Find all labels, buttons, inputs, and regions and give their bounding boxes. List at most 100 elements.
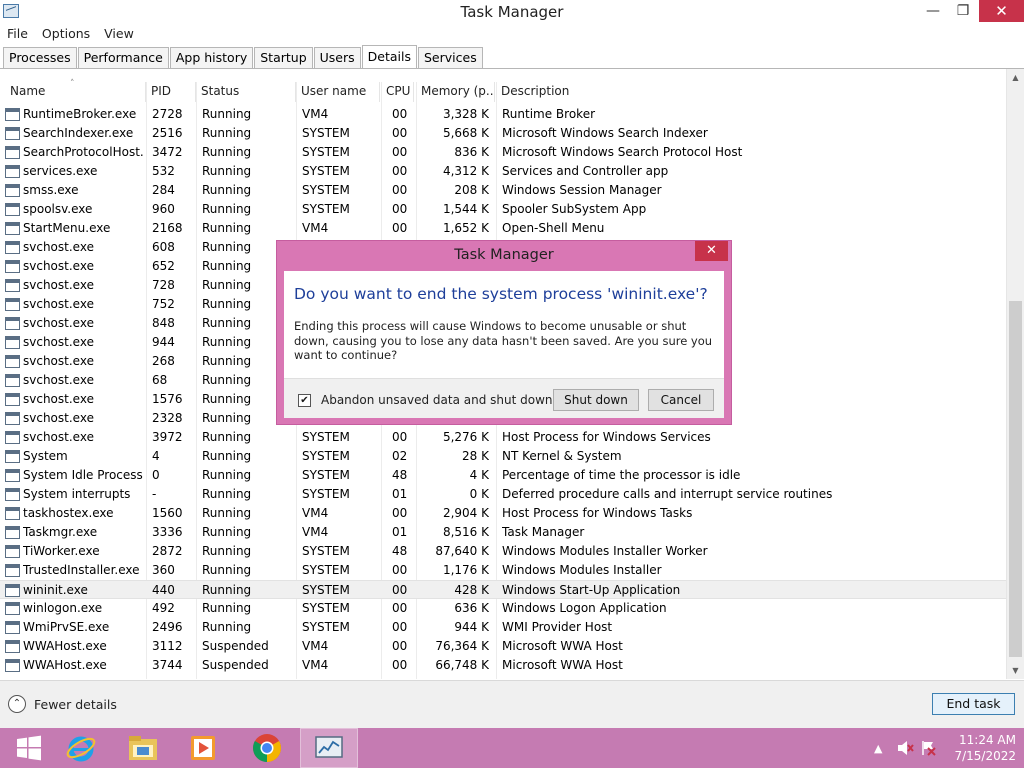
cell-user-name: SYSTEM xyxy=(302,202,350,216)
table-row[interactable]: System Idle Process 0 Running SYSTEM 48 4 K Pe… xyxy=(0,466,1006,485)
cell-name: svchost.exe xyxy=(23,430,94,444)
tab-strip: Processes Performance App history Startu… xyxy=(3,45,484,68)
task-manager-taskbar-icon[interactable] xyxy=(300,728,358,768)
cell-description: Spooler SubSystem App xyxy=(502,202,647,216)
cell-status: Running xyxy=(202,563,252,577)
cell-name: WWAHost.exe xyxy=(23,639,107,653)
network-disconnected-icon[interactable] xyxy=(896,728,914,768)
cell-user-name: SYSTEM xyxy=(302,126,350,140)
table-row[interactable]: Taskmgr.exe 3336 Running VM4 01 8,516 K Task M… xyxy=(0,523,1006,542)
cell-status: Running xyxy=(202,126,252,140)
table-row[interactable]: taskhostex.exe 1560 Running VM4 00 2,904 K Hos… xyxy=(0,504,1006,523)
process-window-icon xyxy=(5,659,20,672)
process-window-icon xyxy=(5,602,20,615)
column-header-cpu[interactable]: CPU xyxy=(382,82,414,102)
cell-pid: 2872 xyxy=(152,544,183,558)
column-header-user-name[interactable]: User name xyxy=(297,82,380,102)
show-hidden-icons-icon[interactable]: ▲ xyxy=(874,728,882,768)
menu-options[interactable]: Options xyxy=(35,24,97,44)
cell-description: Host Process for Windows Tasks xyxy=(502,506,693,520)
cell-name: svchost.exe xyxy=(23,373,94,387)
column-header-status[interactable]: Status xyxy=(197,82,296,102)
column-header-name[interactable]: Name xyxy=(6,82,146,102)
table-row[interactable]: svchost.exe 3972 Running SYSTEM 00 5,276 K Hos… xyxy=(0,428,1006,447)
cell-cpu: 02 xyxy=(392,449,408,463)
table-row[interactable]: smss.exe 284 Running SYSTEM 00 208 K Windows S… xyxy=(0,181,1006,200)
column-header-memory[interactable]: Memory (p... xyxy=(417,82,495,102)
cell-pid: 2496 xyxy=(152,620,183,634)
process-window-icon xyxy=(5,355,20,368)
media-player-icon[interactable] xyxy=(174,728,232,768)
end-task-button[interactable]: End task xyxy=(932,693,1015,715)
cell-status: Running xyxy=(202,107,252,121)
close-button[interactable]: ✕ xyxy=(979,0,1024,22)
tab-services[interactable]: Services xyxy=(418,47,483,68)
scroll-up-arrow-icon[interactable]: ▲ xyxy=(1007,69,1024,86)
vertical-scrollbar[interactable]: ▲ ▼ xyxy=(1006,69,1024,679)
minimize-button[interactable]: — xyxy=(918,0,948,22)
cell-description: WMI Provider Host xyxy=(502,620,613,634)
tab-users[interactable]: Users xyxy=(313,47,361,68)
table-row[interactable]: WWAHost.exe 3744 Suspended VM4 00 66,748 K Mic… xyxy=(0,656,1006,675)
windows-start-icon[interactable] xyxy=(0,728,58,768)
fewer-details-toggle[interactable]: ⌃ Fewer details xyxy=(8,695,117,713)
tab-details[interactable]: Details xyxy=(361,45,417,68)
table-row[interactable]: SearchProtocolHost.... 3472 Running SYSTEM 0… xyxy=(0,143,1006,162)
dialog-heading: Do you want to end the system process 'w… xyxy=(294,285,708,303)
file-explorer-icon[interactable] xyxy=(114,728,172,768)
dialog-message: Ending this process will cause Windows t… xyxy=(294,319,713,362)
table-row[interactable]: RuntimeBroker.exe 2728 Running VM4 00 3,328 K… xyxy=(0,105,1006,124)
cell-cpu: 00 xyxy=(392,620,408,634)
cancel-button[interactable]: Cancel xyxy=(648,389,714,411)
menu-file[interactable]: File xyxy=(0,24,35,44)
dialog-close-button[interactable]: ✕ xyxy=(695,241,728,261)
internet-explorer-icon[interactable] xyxy=(52,728,110,768)
table-row[interactable]: WmiPrvSE.exe 2496 Running SYSTEM 00 944 K WMI … xyxy=(0,618,1006,637)
table-row[interactable]: wininit.exe 440 Running SYSTEM 00 428 K Window… xyxy=(0,580,1006,599)
table-row[interactable]: spoolsv.exe 960 Running SYSTEM 00 1,544 K Spoo… xyxy=(0,200,1006,219)
restore-button[interactable]: ❐ xyxy=(948,0,978,22)
window-title: Task Manager xyxy=(460,3,564,21)
table-row[interactable]: SearchIndexer.exe 2516 Running SYSTEM 00 5,66… xyxy=(0,124,1006,143)
menu-view[interactable]: View xyxy=(97,24,141,44)
tab-processes[interactable]: Processes xyxy=(3,47,77,68)
table-row[interactable]: winlogon.exe 492 Running SYSTEM 00 636 K Windo… xyxy=(0,599,1006,618)
cell-status: Running xyxy=(202,544,252,558)
cell-name: wininit.exe xyxy=(23,583,88,597)
cell-cpu: 00 xyxy=(392,430,408,444)
tab-app-history[interactable]: App history xyxy=(169,47,254,68)
cell-name: System Idle Process xyxy=(23,468,143,482)
table-header: Name PID Status User name CPU Memory (p.… xyxy=(0,82,1006,102)
shell-orb-icon xyxy=(5,222,20,235)
abandon-data-checkbox[interactable]: ✔ xyxy=(298,394,311,407)
column-header-description[interactable]: Description xyxy=(497,82,1006,102)
table-row[interactable]: StartMenu.exe 2168 Running VM4 00 1,652 K Open… xyxy=(0,219,1006,238)
column-header-pid[interactable]: PID xyxy=(147,82,196,102)
cell-status: Running xyxy=(202,221,252,235)
abandon-data-checkbox-label[interactable]: Abandon unsaved data and shut down. xyxy=(321,393,556,407)
process-window-icon xyxy=(5,298,20,311)
table-row[interactable]: TrustedInstaller.exe 360 Running SYSTEM 00 1,… xyxy=(0,561,1006,580)
table-row[interactable]: TiWorker.exe 2872 Running SYSTEM 48 87,640 K W… xyxy=(0,542,1006,561)
table-row[interactable]: System 4 Running SYSTEM 02 28 K NT Kernel & Sy… xyxy=(0,447,1006,466)
table-row[interactable]: services.exe 532 Running SYSTEM 00 4,312 K Ser… xyxy=(0,162,1006,181)
dialog-title: Task Manager xyxy=(454,247,554,263)
table-row[interactable]: WWAHost.exe 3112 Suspended VM4 00 76,364 K Mic… xyxy=(0,637,1006,656)
cell-name: svchost.exe xyxy=(23,411,94,425)
cell-pid: 2728 xyxy=(152,107,183,121)
shut-down-button[interactable]: Shut down xyxy=(553,389,639,411)
tab-startup[interactable]: Startup xyxy=(254,47,313,68)
cell-status: Suspended xyxy=(202,639,269,653)
clock-date: 7/15/2022 xyxy=(954,749,1016,763)
scrollbar-thumb[interactable] xyxy=(1009,301,1022,657)
taskbar-clock[interactable]: 11:24 AM 7/15/2022 xyxy=(946,732,1016,764)
table-row[interactable]: System interrupts - Running SYSTEM 01 0 K Defe… xyxy=(0,485,1006,504)
clock-time: 11:24 AM xyxy=(959,733,1016,747)
action-center-flag-icon[interactable] xyxy=(920,728,936,768)
cell-user-name: VM4 xyxy=(302,639,329,653)
process-window-icon xyxy=(5,374,20,387)
chrome-icon[interactable] xyxy=(238,728,296,768)
scroll-down-arrow-icon[interactable]: ▼ xyxy=(1007,662,1024,679)
tab-performance[interactable]: Performance xyxy=(77,47,169,68)
cell-description: Microsoft Windows Search Indexer xyxy=(502,126,708,140)
